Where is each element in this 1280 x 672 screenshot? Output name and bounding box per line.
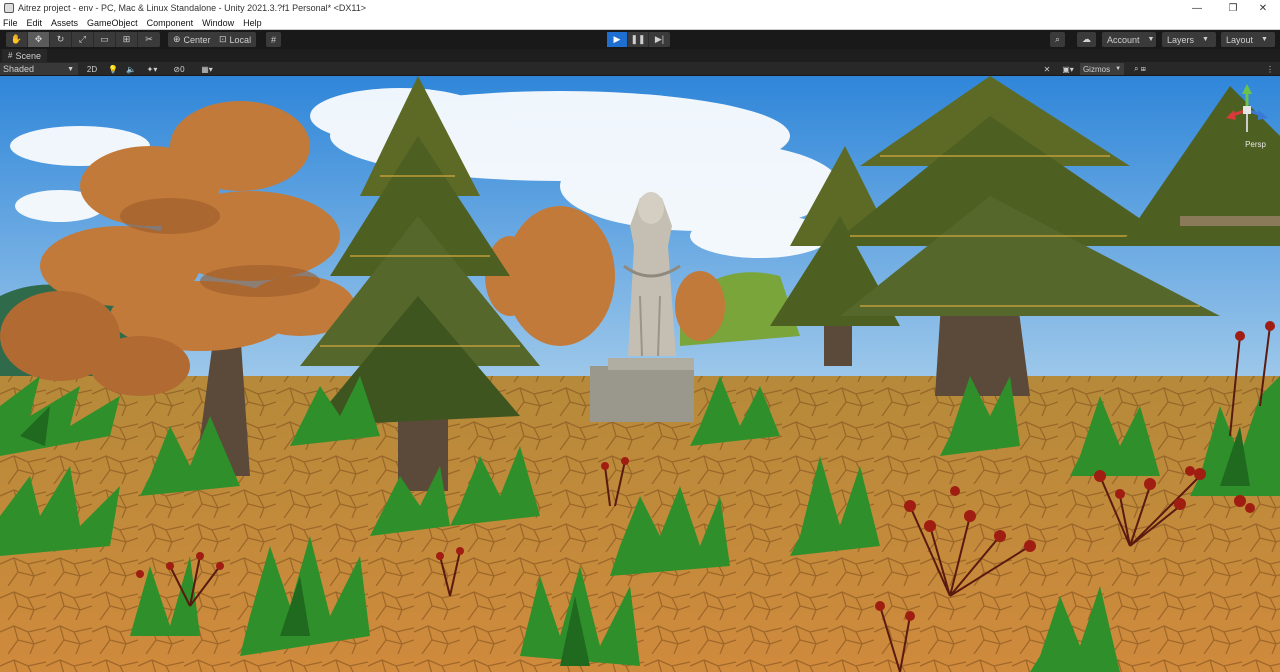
layers-label: Layers: [1167, 34, 1195, 45]
account-label: Account: [1107, 34, 1140, 45]
search-icon: ⌕: [1055, 34, 1061, 44]
tab-scene-label: Scene: [15, 50, 41, 61]
pivot-toggle[interactable]: ⊕ Center: [168, 32, 216, 47]
shading-mode-dropdown[interactable]: Shaded ▼: [0, 63, 78, 75]
gizmos-dropdown[interactable]: Gizmos ▼: [1080, 63, 1124, 75]
play-button[interactable]: ▶: [607, 32, 628, 47]
chevron-down-icon: ▼: [67, 65, 74, 73]
maximize-button[interactable]: ❐: [1216, 0, 1250, 16]
grid-snap-button[interactable]: #: [266, 32, 282, 47]
shading-mode-label: Shaded: [3, 64, 35, 74]
orientation-gizmo-icon[interactable]: [1222, 82, 1272, 148]
minimize-button[interactable]: —: [1180, 0, 1214, 16]
editor-tab-bar: # Scene: [0, 49, 1280, 62]
chevron-down-icon: ▼: [1147, 36, 1155, 43]
chevron-down-icon: ▼: [1115, 66, 1122, 72]
menu-bar: File Edit Assets GameObject Component Wi…: [0, 16, 1280, 30]
menu-file[interactable]: File: [3, 18, 18, 28]
hand-tool-icon[interactable]: ✋: [6, 32, 28, 47]
custom-tool-icon[interactable]: ✂: [138, 32, 160, 47]
chevron-down-icon: ▼: [1202, 36, 1209, 43]
space-label: Local: [229, 34, 252, 45]
play-icon: ▶: [613, 34, 621, 44]
rotate-tool-icon[interactable]: ↻: [50, 32, 72, 47]
eye-slash-icon: ⊘: [173, 64, 181, 74]
chevron-down-icon: ▼: [1261, 36, 1268, 43]
gizmos-label: Gizmos: [1082, 64, 1111, 74]
search-scene-icon[interactable]: ⌕ ⊞: [1128, 63, 1152, 75]
layers-dropdown[interactable]: Layers ▼: [1162, 32, 1216, 47]
main-toolbar: ✋ ✥ ↻ ⤢ ▭ ⊞ ✂ ⊕ Center ⊡ Local # ▶ ❚❚ ▶|…: [0, 30, 1280, 49]
scene-viewport[interactable]: Persp: [0, 76, 1280, 672]
menu-assets[interactable]: Assets: [51, 18, 78, 28]
lighting-toggle-icon[interactable]: 💡: [106, 63, 120, 75]
cloud-button[interactable]: ☁: [1077, 32, 1096, 47]
step-button[interactable]: ▶|: [649, 32, 670, 47]
scale-tool-icon[interactable]: ⤢: [72, 32, 94, 47]
search-button[interactable]: ⌕: [1050, 32, 1066, 47]
menu-help[interactable]: Help: [243, 18, 262, 28]
scene-tab-icon: #: [8, 51, 13, 60]
account-dropdown[interactable]: Account ▼: [1102, 32, 1156, 47]
camera-settings-icon[interactable]: ▣▾: [1060, 63, 1076, 75]
move-tool-icon[interactable]: ✥: [28, 32, 50, 47]
transform-tool-icon[interactable]: ⊞: [116, 32, 138, 47]
space-toggle[interactable]: ⊡ Local: [214, 32, 257, 47]
scene-render: [0, 76, 1280, 672]
2d-toggle[interactable]: 2D: [84, 63, 100, 75]
pause-button[interactable]: ❚❚: [628, 32, 649, 47]
tab-scene[interactable]: # Scene: [2, 49, 47, 62]
more-menu-icon[interactable]: ⋮: [1264, 63, 1276, 75]
menu-edit[interactable]: Edit: [27, 18, 43, 28]
pivot-label: Center: [183, 34, 211, 45]
grid-dropdown-icon[interactable]: ▦▾: [196, 63, 218, 75]
pivot-icon: ⊕: [173, 34, 181, 44]
close-button[interactable]: ✕: [1246, 0, 1280, 16]
projection-label[interactable]: Persp: [1245, 140, 1266, 149]
play-controls: ▶ ❚❚ ▶|: [607, 32, 670, 47]
hidden-count: 0: [180, 64, 185, 74]
transform-tools: ✋ ✥ ↻ ⤢ ▭ ⊞ ✂: [6, 32, 160, 47]
pause-icon: ❚❚: [630, 34, 646, 44]
rect-tool-icon[interactable]: ▭: [94, 32, 116, 47]
layout-dropdown[interactable]: Layout ▼: [1221, 32, 1275, 47]
menu-component[interactable]: Component: [147, 18, 194, 28]
tools-icon[interactable]: ✕: [1040, 63, 1054, 75]
unity-app-icon: [4, 3, 14, 13]
menu-gameobject[interactable]: GameObject: [87, 18, 138, 28]
grid-snap-icon: #: [271, 34, 277, 45]
hidden-objects-toggle[interactable]: ⊘ 0: [168, 63, 190, 75]
effects-dropdown-icon[interactable]: ✦▾: [142, 63, 162, 75]
menu-window[interactable]: Window: [202, 18, 234, 28]
audio-toggle-icon[interactable]: 🔈: [124, 63, 138, 75]
scene-view-toolbar: Shaded ▼ 2D 💡 🔈 ✦▾ ⊘ 0 ▦▾ ✕ ▣▾ Gizmos ▼ …: [0, 62, 1280, 76]
cloud-icon: ☁: [1082, 34, 1091, 44]
window-title-bar: Aitrez project - env - PC, Mac & Linux S…: [0, 0, 1280, 16]
local-icon: ⊡: [219, 34, 227, 44]
window-title: Aitrez project - env - PC, Mac & Linux S…: [18, 3, 367, 13]
step-icon: ▶|: [654, 34, 665, 44]
layout-label: Layout: [1226, 34, 1254, 45]
